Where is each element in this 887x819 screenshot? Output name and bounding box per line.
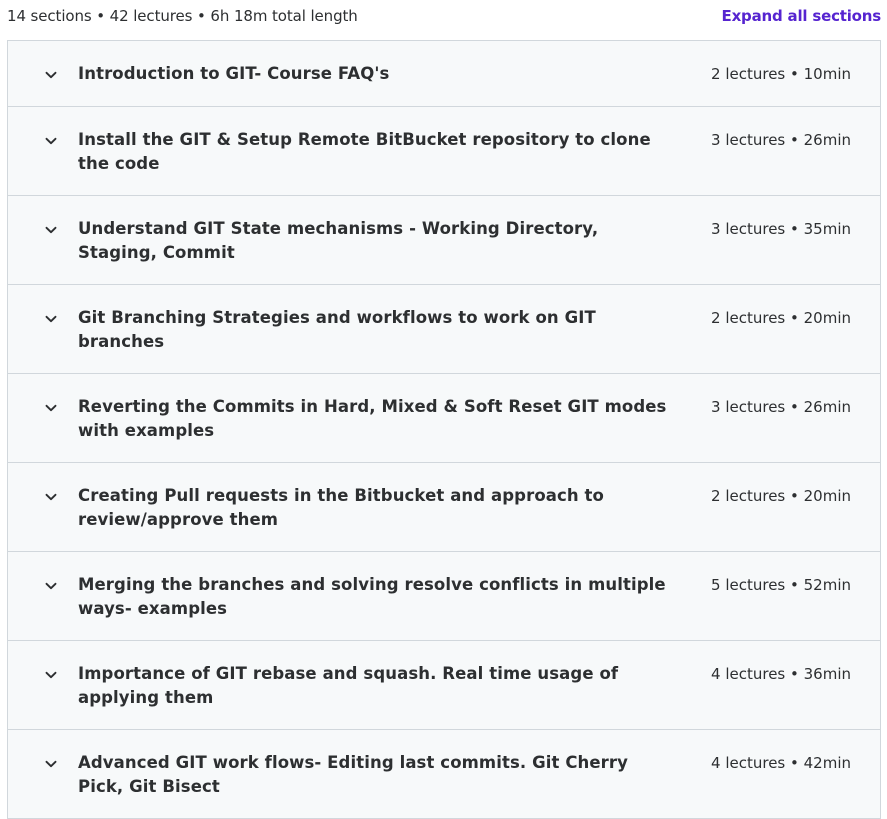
- section-item[interactable]: Creating Pull requests in the Bitbucket …: [8, 463, 880, 552]
- section-item[interactable]: Importance of GIT rebase and squash. Rea…: [8, 641, 880, 730]
- chevron-down-icon[interactable]: [44, 223, 58, 237]
- section-item[interactable]: Understand GIT State mechanisms - Workin…: [8, 196, 880, 285]
- section-item[interactable]: Install the GIT & Setup Remote BitBucket…: [8, 107, 880, 196]
- chevron-down-icon[interactable]: [44, 401, 58, 415]
- chevron-down-icon[interactable]: [44, 490, 58, 504]
- section-item[interactable]: Introduction to GIT- Course FAQ's 2 lect…: [8, 41, 880, 107]
- curriculum-section-list: Introduction to GIT- Course FAQ's 2 lect…: [7, 40, 881, 819]
- course-summary: 14 sections • 42 lectures • 6h 18m total…: [7, 6, 358, 25]
- chevron-down-icon[interactable]: [44, 134, 58, 148]
- section-item[interactable]: Advanced GIT work flows- Editing last co…: [8, 730, 880, 819]
- section-item[interactable]: Reverting the Commits in Hard, Mixed & S…: [8, 374, 880, 463]
- section-item[interactable]: Git Branching Strategies and workflows t…: [8, 285, 880, 374]
- curriculum-header: 14 sections • 42 lectures • 6h 18m total…: [7, 0, 881, 31]
- chevron-down-icon[interactable]: [44, 312, 58, 326]
- section-meta: 4 lectures • 42min: [711, 754, 851, 772]
- section-title: Merging the branches and solving resolve…: [78, 575, 666, 618]
- chevron-down-icon[interactable]: [44, 757, 58, 771]
- chevron-down-icon[interactable]: [44, 68, 58, 82]
- section-meta: 4 lectures • 36min: [711, 665, 851, 683]
- section-title: Introduction to GIT- Course FAQ's: [78, 64, 390, 83]
- section-meta: 3 lectures • 26min: [711, 398, 851, 416]
- section-title: Importance of GIT rebase and squash. Rea…: [78, 664, 619, 707]
- chevron-down-icon[interactable]: [44, 579, 58, 593]
- expand-all-sections-button[interactable]: Expand all sections: [722, 7, 882, 25]
- section-meta: 3 lectures • 35min: [711, 220, 851, 238]
- section-meta: 2 lectures • 10min: [711, 65, 851, 83]
- section-meta: 3 lectures • 26min: [711, 131, 851, 149]
- section-title: Advanced GIT work flows- Editing last co…: [78, 753, 628, 796]
- section-meta: 2 lectures • 20min: [711, 309, 851, 327]
- chevron-down-icon[interactable]: [44, 668, 58, 682]
- section-title: Install the GIT & Setup Remote BitBucket…: [78, 130, 651, 173]
- section-title: Reverting the Commits in Hard, Mixed & S…: [78, 397, 667, 440]
- section-title: Creating Pull requests in the Bitbucket …: [78, 486, 604, 529]
- section-meta: 2 lectures • 20min: [711, 487, 851, 505]
- section-title: Understand GIT State mechanisms - Workin…: [78, 219, 599, 262]
- section-title: Git Branching Strategies and workflows t…: [78, 308, 596, 351]
- section-meta: 5 lectures • 52min: [711, 576, 851, 594]
- section-item[interactable]: Merging the branches and solving resolve…: [8, 552, 880, 641]
